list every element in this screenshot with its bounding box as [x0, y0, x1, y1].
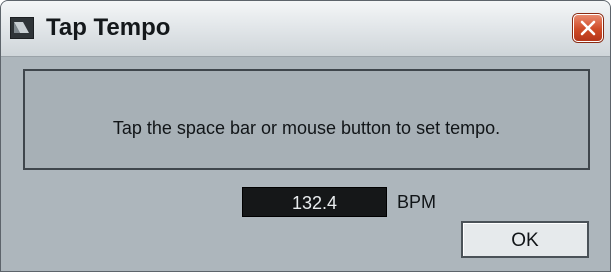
- tempo-unit-label: BPM: [397, 192, 437, 212]
- instruction-text: Tap the space bar or mouse button to set…: [112, 118, 501, 138]
- instruction-panel[interactable]: Tap the space bar or mouse button to set…: [23, 69, 590, 170]
- title-bar[interactable]: Tap Tempo: [1, 1, 610, 57]
- ok-button-label: OK: [511, 230, 539, 251]
- tempo-app-icon: [10, 17, 34, 39]
- close-x-icon: [580, 20, 596, 36]
- tempo-value: 132.4: [291, 193, 338, 213]
- tap-tempo-dialog: Tap Tempo Tap the space bar or mouse but…: [0, 0, 611, 272]
- dialog-body: Tap the space bar or mouse button to set…: [1, 57, 610, 271]
- dialog-title: Tap Tempo: [46, 14, 171, 41]
- ok-button[interactable]: OK: [461, 221, 589, 258]
- tempo-display: 132.4: [242, 187, 387, 217]
- close-button[interactable]: [573, 14, 603, 42]
